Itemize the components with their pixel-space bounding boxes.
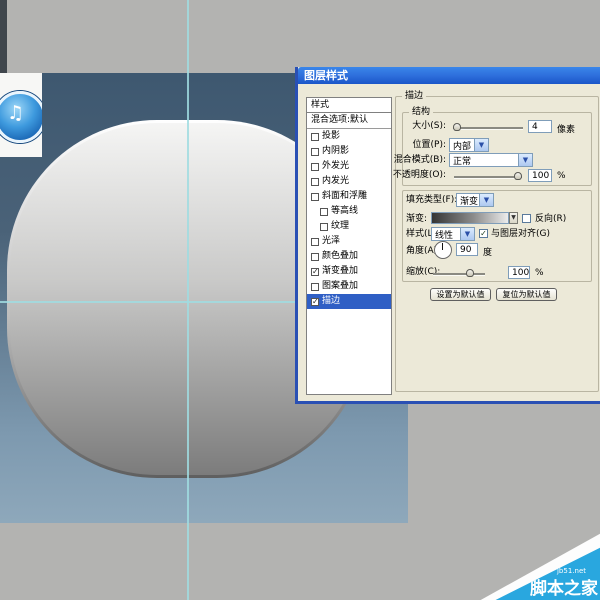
fill-type-label: 填充类型(F):	[406, 195, 457, 206]
checkbox-icon[interactable]	[311, 163, 319, 171]
chevron-down-icon[interactable]: ▼	[479, 194, 493, 206]
style-list-item-label: 光泽	[322, 234, 340, 249]
opacity-unit: %	[557, 171, 566, 181]
style-list-item[interactable]: 颜色叠加	[307, 249, 391, 264]
reset-default-button[interactable]: 复位为默认值	[496, 288, 557, 301]
angle-dial[interactable]	[434, 241, 452, 259]
style-list-item-label: 外发光	[322, 159, 349, 174]
chevron-down-icon[interactable]: ▼	[518, 154, 532, 166]
style-list-item[interactable]: 内发光	[307, 174, 391, 189]
dialog-title: 图层样式	[304, 67, 348, 84]
vertical-guide[interactable]	[187, 0, 189, 600]
style-list: 样式 混合选项:默认投影内阴影外发光内发光斜面和浮雕等高线纹理光泽颜色叠加✓渐变…	[306, 97, 392, 395]
checkbox-icon[interactable]	[311, 238, 319, 246]
style-list-item-label: 内阴影	[322, 144, 349, 159]
gradient-style-dropdown[interactable]: 线性 ▼	[431, 227, 475, 241]
blend-mode-label: 混合模式(B):	[390, 155, 446, 166]
size-slider-track[interactable]	[453, 127, 523, 130]
checkbox-icon[interactable]	[311, 133, 319, 141]
blend-mode-dropdown[interactable]: 正常 ▼	[449, 153, 533, 167]
style-list-rows: 混合选项:默认投影内阴影外发光内发光斜面和浮雕等高线纹理光泽颜色叠加✓渐变叠加图…	[307, 113, 391, 309]
style-list-item-label: 颜色叠加	[322, 249, 358, 264]
blend-mode-value: 正常	[450, 154, 518, 167]
style-list-item[interactable]: 混合选项:默认	[307, 113, 391, 129]
itunes-icon: ♫	[0, 91, 42, 143]
scale-slider-thumb[interactable]	[466, 269, 474, 277]
align-layer-label: 与图层对齐(G)	[491, 229, 550, 240]
chevron-down-icon[interactable]: ▼	[474, 139, 488, 151]
style-list-item[interactable]: 投影	[307, 129, 391, 144]
style-list-item[interactable]: 图案叠加	[307, 279, 391, 294]
opacity-input[interactable]: 100	[528, 169, 552, 182]
itunes-icon-thumbnail: ♫	[0, 73, 42, 157]
size-input[interactable]: 4	[528, 120, 552, 133]
angle-needle	[442, 243, 443, 250]
watermark-name: 脚本之家	[530, 574, 598, 599]
align-layer-checkbox[interactable]: ✓	[479, 229, 488, 238]
size-slider-thumb[interactable]	[453, 123, 461, 131]
checkbox-icon[interactable]	[311, 148, 319, 156]
layer-style-dialog: 图层样式 样式 混合选项:默认投影内阴影外发光内发光斜面和浮雕等高线纹理光泽颜色…	[295, 67, 600, 404]
checkbox-icon[interactable]	[311, 193, 319, 201]
style-list-item[interactable]: 外发光	[307, 159, 391, 174]
style-list-item-label: 纹理	[331, 219, 349, 234]
dialog-titlebar[interactable]: 图层样式	[298, 67, 600, 84]
left-panel-edge	[0, 0, 7, 75]
photoshop-workspace: ♫ 图层样式 样式 混合选项:默认投影内阴影外发光内发光斜面和浮雕等高线纹理光泽…	[0, 0, 600, 600]
fill-type-dropdown[interactable]: 渐变 ▼	[456, 193, 494, 207]
chevron-down-icon[interactable]: ▼	[460, 228, 474, 240]
gradient-preview[interactable]	[431, 212, 509, 224]
style-list-item-label: 描边	[322, 294, 340, 309]
gradient-style-value: 线性	[432, 228, 460, 241]
style-list-item-label: 混合选项:默认	[311, 113, 368, 128]
opacity-label: 不透明度(O):	[390, 170, 446, 181]
checkbox-icon[interactable]	[311, 178, 319, 186]
checkbox-icon[interactable]: ✓	[311, 268, 319, 276]
style-list-header: 样式	[307, 98, 391, 113]
position-dropdown[interactable]: 内部 ▼	[449, 138, 489, 152]
music-note-icon: ♫	[7, 103, 24, 123]
checkbox-icon[interactable]	[320, 223, 328, 231]
reverse-label: 反向(R)	[535, 214, 566, 225]
style-list-item[interactable]: 等高线	[307, 204, 391, 219]
stroke-panel-caption: 描边	[402, 91, 426, 102]
checkbox-icon[interactable]	[320, 208, 328, 216]
style-list-item[interactable]: 内阴影	[307, 144, 391, 159]
checkbox-icon[interactable]	[311, 283, 319, 291]
fill-type-value: 渐变	[457, 194, 479, 207]
style-list-item-label: 投影	[322, 129, 340, 144]
style-list-item[interactable]: ✓描边	[307, 294, 391, 309]
structure-caption: 结构	[409, 107, 433, 118]
checkbox-icon[interactable]: ✓	[311, 298, 319, 306]
position-value: 内部	[450, 139, 474, 152]
opacity-slider-thumb[interactable]	[514, 172, 522, 180]
position-label: 位置(P):	[398, 140, 446, 151]
style-list-item[interactable]: ✓渐变叠加	[307, 264, 391, 279]
style-list-item-label: 等高线	[331, 204, 358, 219]
style-list-item-label: 图案叠加	[322, 279, 358, 294]
reverse-checkbox[interactable]	[522, 214, 531, 223]
style-list-item[interactable]: 纹理	[307, 219, 391, 234]
angle-unit: 度	[483, 245, 492, 258]
size-label: 大小(S):	[398, 121, 446, 132]
opacity-slider-track[interactable]	[454, 176, 522, 179]
style-list-item-label: 斜面和浮雕	[322, 189, 367, 204]
scale-slider-track[interactable]	[433, 273, 485, 276]
style-list-item[interactable]: 光泽	[307, 234, 391, 249]
gradient-label: 渐变:	[406, 214, 427, 225]
scale-unit: %	[535, 268, 544, 278]
style-list-item-label: 渐变叠加	[322, 264, 358, 279]
style-list-item[interactable]: 斜面和浮雕	[307, 189, 391, 204]
checkbox-icon[interactable]	[311, 253, 319, 261]
scale-input[interactable]: 100	[508, 266, 530, 279]
size-unit: 像素	[557, 122, 575, 135]
set-default-button[interactable]: 设置为默认值	[430, 288, 491, 301]
style-list-item-label: 内发光	[322, 174, 349, 189]
gradient-picker-arrow-icon[interactable]: ▼	[509, 212, 518, 224]
angle-input[interactable]: 90	[456, 243, 478, 256]
